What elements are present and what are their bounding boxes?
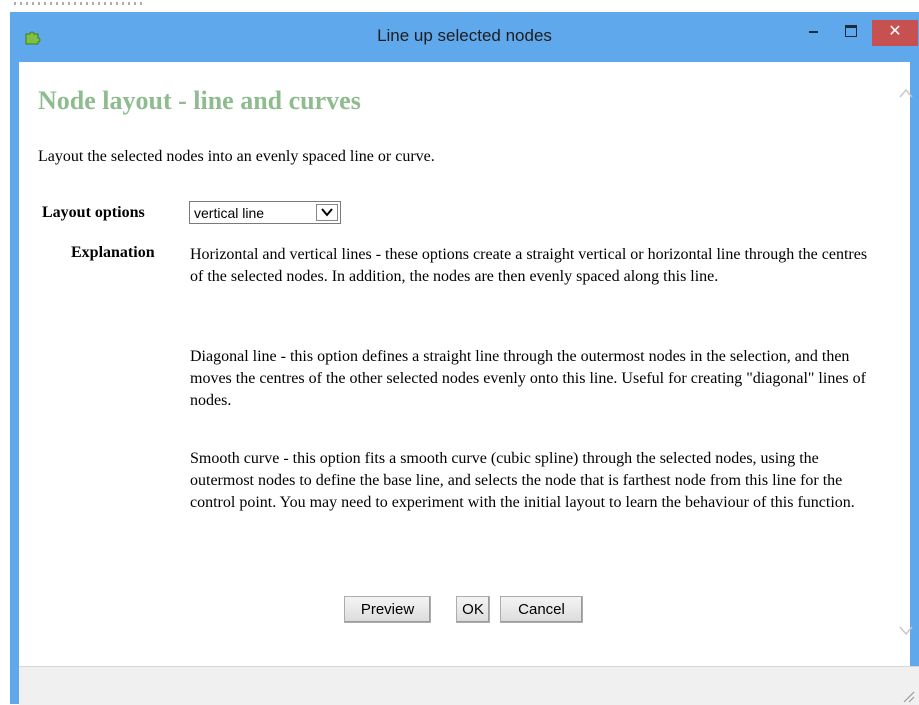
title-bar[interactable]: Line up selected nodes ✕: [10, 12, 919, 62]
intro-text: Layout the selected nodes into an evenly…: [38, 148, 435, 165]
page-title: Node layout - line and curves: [38, 86, 361, 115]
explanation-paragraph: Smooth curve - this option fits a smooth…: [190, 450, 855, 511]
preview-button[interactable]: Preview: [344, 596, 431, 623]
maximize-button[interactable]: [836, 22, 866, 42]
layout-options-select[interactable]: vertical line: [189, 201, 341, 224]
layout-options-value: vertical line: [194, 205, 265, 221]
background-strip: [0, 0, 919, 12]
close-button[interactable]: ✕: [872, 20, 918, 46]
background-dots: [14, 2, 144, 5]
dialog-window: Line up selected nodes ✕ Node layout - l…: [10, 12, 919, 705]
chevron-down-icon: [321, 208, 333, 217]
explanation-paragraph: Horizontal and vertical lines - these op…: [190, 246, 868, 285]
minimize-button[interactable]: [798, 22, 828, 42]
scroll-up-icon[interactable]: [899, 87, 913, 99]
dialog-content: Node layout - line and curves Layout the…: [19, 62, 913, 666]
window-title: Line up selected nodes: [377, 26, 552, 45]
explanation-paragraph: Diagonal line - this option defines a st…: [190, 348, 866, 409]
status-bar: [19, 666, 919, 705]
resize-grip-icon[interactable]: [901, 689, 915, 703]
explanation-label: Explanation: [71, 244, 155, 261]
cancel-button[interactable]: Cancel: [500, 596, 583, 623]
dropdown-button[interactable]: [316, 204, 338, 221]
ok-button[interactable]: OK: [456, 596, 490, 623]
close-icon: ✕: [888, 23, 902, 40]
layout-options-label: Layout options: [42, 204, 145, 221]
scroll-down-icon[interactable]: [899, 625, 913, 637]
